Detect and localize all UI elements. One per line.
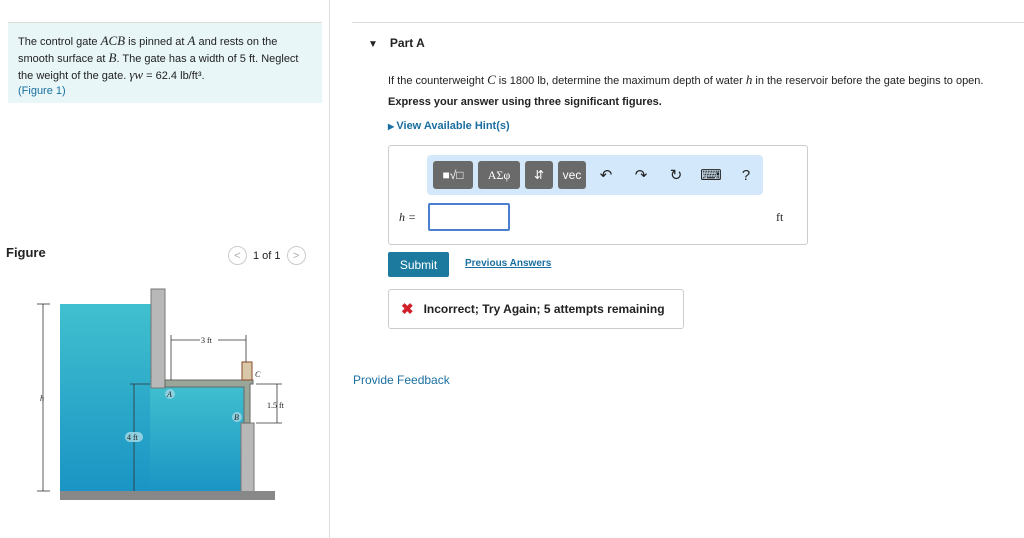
water: [150, 384, 244, 492]
lower-wall: [240, 422, 255, 493]
problem-statement: The control gate ACB is pinned at A and …: [8, 22, 322, 103]
feedback-text: Incorrect; Try Again; 5 attempts remaini…: [423, 302, 665, 316]
text: in the reservoir before the gate begins …: [752, 75, 984, 87]
undo-icon[interactable]: ↶: [591, 166, 621, 184]
reset-icon[interactable]: ↻: [661, 166, 691, 184]
greek-button[interactable]: ΑΣφ: [478, 161, 520, 189]
text: .: [201, 70, 205, 82]
pager-text: 1 of 1: [253, 249, 281, 262]
text: is pinned at: [125, 36, 188, 48]
text: . The gate has a width of 5: [116, 53, 249, 65]
label-c: C: [255, 370, 261, 379]
feedback-message: ✖ Incorrect; Try Again; 5 attempts remain…: [388, 289, 684, 329]
instruction: Express your answer using three signific…: [388, 96, 662, 108]
figure-diagram: h 3 ft 1.5 ft 4 ft A B C: [37, 288, 285, 500]
prev-figure-button[interactable]: <: [228, 246, 247, 265]
redo-icon[interactable]: ↷: [626, 166, 656, 184]
ground: [60, 491, 275, 500]
answer-label: h =: [399, 210, 417, 224]
part-title: Part A: [389, 36, 425, 50]
label-1-5ft: 1.5 ft: [267, 401, 285, 410]
water: [60, 304, 152, 492]
divider: [352, 22, 1024, 23]
figure-title: Figure: [6, 245, 46, 260]
figure-link[interactable]: (Figure 1): [18, 85, 66, 97]
submit-button[interactable]: Submit: [388, 252, 449, 277]
provide-feedback-link[interactable]: Provide Feedback: [353, 373, 450, 387]
text: is 1800: [495, 75, 538, 87]
text: The control gate: [18, 36, 101, 48]
keyboard-icon[interactable]: ⌨: [696, 166, 726, 184]
var-acb: ACB: [100, 33, 126, 48]
text: , determine the maximum depth of water: [545, 75, 746, 87]
gamma: γw: [129, 67, 144, 82]
help-button[interactable]: ?: [731, 167, 761, 184]
unit: lb/ft³: [180, 70, 202, 82]
view-hints-link[interactable]: ▶ View Available Hint(s): [388, 120, 510, 132]
figure-pager: < 1 of 1 >: [228, 246, 306, 265]
previous-answers-link[interactable]: Previous Answers: [465, 258, 551, 269]
answer-box: ■√□ ΑΣφ ⇵ vec ↶ ↷ ↻ ⌨ ? h = ft: [388, 145, 808, 245]
math-toolbar: ■√□ ΑΣφ ⇵ vec ↶ ↷ ↻ ⌨ ?: [427, 155, 763, 195]
upper-wall: [150, 288, 166, 389]
label-4ft: 4 ft: [127, 433, 139, 442]
divider: [329, 0, 330, 538]
arrows-button[interactable]: ⇵: [525, 161, 553, 189]
templates-button[interactable]: ■√□: [433, 161, 473, 189]
collapse-triangle-icon: ▼: [368, 39, 378, 50]
answer-unit: ft: [776, 210, 784, 224]
counterweight: [241, 361, 253, 381]
label-3ft: 3 ft: [201, 336, 213, 345]
var-c: C: [487, 72, 496, 87]
x-icon: ✖: [401, 301, 414, 318]
next-figure-button[interactable]: >: [286, 246, 306, 265]
label-b: B: [234, 413, 239, 422]
answer-input[interactable]: [428, 203, 510, 231]
label-h: h: [40, 394, 44, 403]
hint-label: View Available Hint(s): [396, 120, 510, 132]
unit: lb: [537, 75, 546, 87]
part-a-header[interactable]: ▼ Part A: [368, 36, 425, 50]
label-a: A: [166, 390, 172, 399]
text: = 62.4: [143, 70, 181, 82]
vec-button[interactable]: vec: [558, 161, 586, 189]
question-text: If the counterweight C is 1800 lb, deter…: [388, 72, 983, 88]
text: If the counterweight: [388, 75, 488, 87]
